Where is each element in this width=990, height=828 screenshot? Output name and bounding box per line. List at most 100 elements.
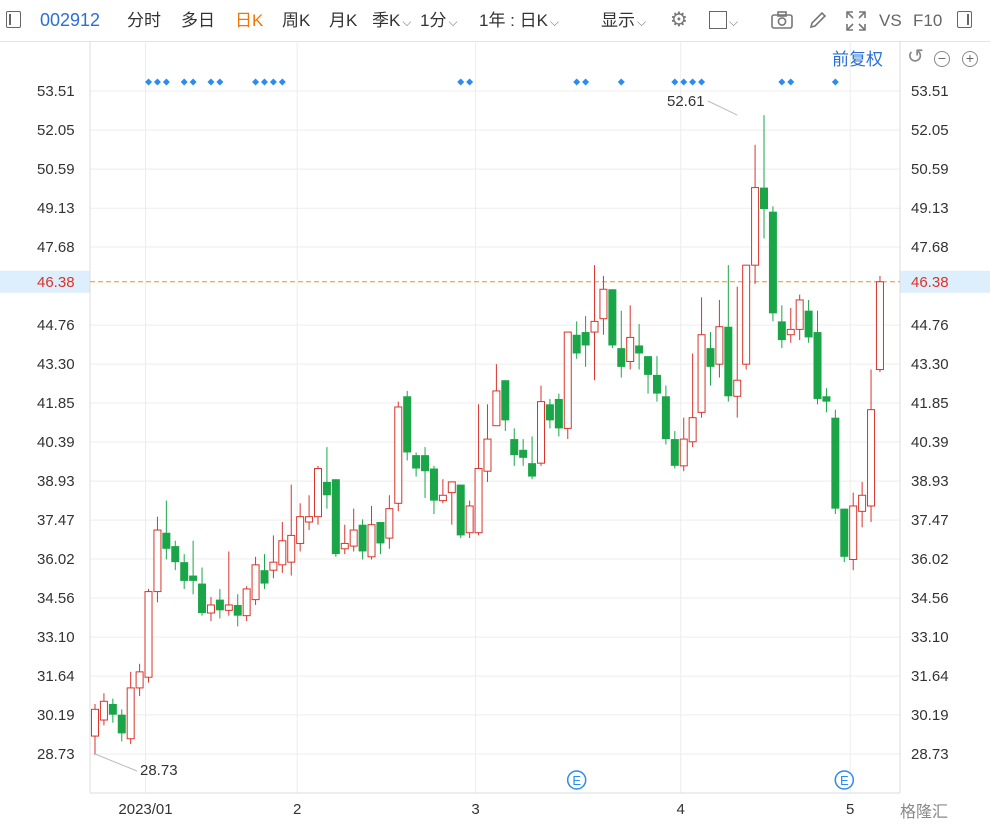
display-dropdown[interactable]: 显示 ⌵ (601, 0, 646, 41)
candle-body-down (581, 332, 590, 346)
candle-body-down (608, 289, 617, 346)
info-diamond-marker (260, 78, 268, 86)
candle-body-up (795, 299, 804, 330)
candle-body-up (278, 540, 287, 566)
candle-body-up (786, 328, 795, 336)
info-diamond-marker (269, 78, 277, 86)
info-diamond-marker (671, 78, 679, 86)
candle-body-down (260, 570, 269, 584)
y-axis-tick-label-right: 38.93 (911, 473, 949, 490)
candle-body-up (474, 468, 483, 534)
range-select-value: 1年 : 日K (479, 11, 548, 30)
y-axis-tick-label-right: 40.39 (911, 434, 949, 451)
low-annotation-leader (94, 753, 138, 772)
candle-body-up (251, 564, 260, 601)
x-axis-tick-label: 3 (471, 801, 479, 818)
camera-icon[interactable] (770, 10, 794, 30)
y-axis-tick-label-left: 31.64 (37, 668, 75, 685)
candle-body-down (670, 439, 679, 466)
candle-body-down (189, 575, 198, 581)
candle-body-down (572, 334, 581, 354)
y-axis-tick-label-right: 28.73 (911, 746, 949, 763)
candle-body-down (617, 348, 626, 367)
candle-body-down (760, 187, 768, 209)
info-diamond-marker (153, 78, 161, 86)
candle-body-up (492, 390, 501, 427)
fullscreen-icon[interactable] (845, 10, 867, 32)
y-axis-tick-label-left: 33.10 (37, 629, 75, 646)
info-diamond-marker (145, 78, 153, 86)
y-axis-tick-label-right: 43.30 (911, 356, 949, 373)
candle-body-up (269, 561, 278, 571)
candle-body-down (644, 356, 653, 375)
y-axis-tick-label-left: 50.59 (37, 161, 75, 178)
y-axis-tick-label-left: 47.68 (37, 239, 75, 256)
y-axis-tick-label-left: 44.76 (37, 317, 75, 334)
candle-body-up (599, 288, 608, 320)
candle-body-up (340, 542, 349, 550)
candle-body-up (733, 379, 742, 397)
candle-body-up (867, 409, 876, 507)
candle-body-down (822, 396, 831, 402)
candle-body-down (840, 508, 849, 557)
candle-body-down (322, 481, 331, 496)
chevron-down-icon: ⌵ (637, 15, 647, 29)
watermark-logo: 格隆汇 (900, 804, 949, 821)
tab-quarterly-k[interactable]: 季K ⌵ (372, 0, 411, 41)
low-annotation-label: 28.73 (140, 762, 178, 779)
stock-code[interactable]: 002912 (40, 0, 100, 41)
info-diamond-marker (831, 78, 839, 86)
info-diamond-marker (573, 78, 581, 86)
candle-body-down (171, 546, 180, 563)
left-panel-toggle-icon[interactable] (6, 11, 21, 28)
y-axis-tick-label-left: 37.47 (37, 512, 75, 529)
x-axis-tick-label: 2023/01 (118, 801, 172, 818)
candle-body-down (331, 479, 340, 555)
event-marker-label: E (840, 773, 849, 788)
y-axis-tick-label-right: 30.19 (911, 707, 949, 724)
candle-body-up (206, 604, 215, 614)
chevron-down-icon: ⌵ (549, 15, 560, 29)
tab-weekly-k[interactable]: 周K (282, 0, 310, 41)
y-axis-tick-label-left: 46.38 (37, 274, 75, 291)
candle-body-up (287, 534, 296, 563)
y-axis-tick-label-right: 37.47 (911, 512, 949, 529)
event-marker-label: E (572, 773, 581, 788)
candle-body-down (198, 583, 207, 613)
f10-button[interactable]: F10 (913, 0, 942, 41)
y-axis-tick-label-left: 52.05 (37, 122, 75, 139)
tab-daily-k[interactable]: 日K (235, 0, 263, 41)
chevron-down-icon: ⌵ (448, 15, 458, 29)
candle-body-down (652, 374, 661, 394)
info-diamond-marker (180, 78, 188, 86)
candlestick-chart[interactable]: 53.51 53.51 52.05 52.05 50.59 50.59 49.13 49.13… (0, 41, 990, 828)
tab-one-minute[interactable]: 1分 ⌵ (420, 0, 458, 41)
candle-body-down (108, 703, 117, 715)
info-diamond-marker (207, 78, 215, 86)
info-diamond-marker (162, 78, 170, 86)
info-diamond-marker (189, 78, 197, 86)
y-axis-tick-label-right: 49.13 (911, 200, 949, 217)
display-label: 显示 (601, 11, 635, 30)
range-select[interactable]: 1年 : 日K ⌵ (479, 0, 559, 41)
tab-intraday[interactable]: 分时 (127, 0, 161, 41)
candle-body-up (314, 468, 322, 518)
right-panel-toggle-icon[interactable] (957, 11, 972, 28)
candle-body-up (563, 331, 572, 429)
pen-icon[interactable] (808, 10, 828, 30)
candle-body-down (358, 524, 367, 552)
candle-body-up (367, 524, 376, 558)
candle-body-down (180, 562, 189, 581)
gear-icon[interactable]: ⚙ (670, 0, 688, 41)
y-axis-tick-label-right: 41.85 (911, 395, 949, 412)
color-select[interactable]: ⌵ (709, 0, 738, 41)
candle-body-down (804, 310, 813, 338)
vs-button[interactable]: VS (879, 0, 902, 41)
candle-body-up (91, 708, 99, 737)
chevron-down-icon: ⌵ (402, 15, 412, 29)
info-diamond-marker (689, 78, 697, 86)
info-diamond-marker (278, 78, 286, 86)
candle-body-down (412, 455, 421, 469)
tab-monthly-k[interactable]: 月K (329, 0, 357, 41)
tab-multi-day[interactable]: 多日 (181, 0, 215, 41)
